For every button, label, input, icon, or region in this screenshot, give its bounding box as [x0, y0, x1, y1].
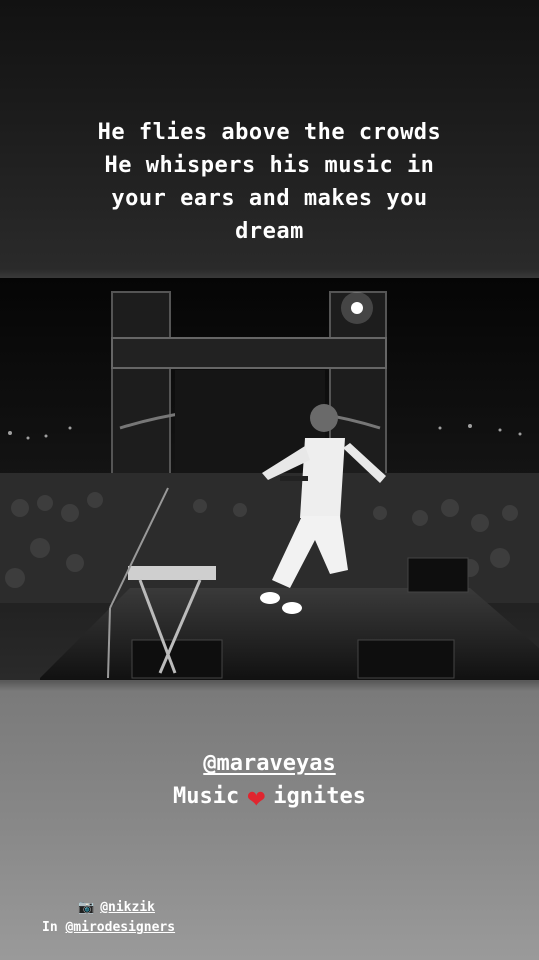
caption-line-1: He flies above the crowds: [97, 120, 442, 145]
camera-icon: 📷: [78, 900, 95, 915]
mention-maraveyas-link[interactable]: @maraveyas: [203, 751, 335, 776]
tagline-after: ignites: [273, 784, 366, 809]
credit-in-label: In: [42, 920, 58, 935]
photo-credits: 📷 @nikzik In @mirodesigners: [42, 898, 175, 938]
credit-mirodesigners-link[interactable]: @mirodesigners: [65, 920, 175, 935]
concert-photo[interactable]: [0, 278, 539, 680]
caption-line-4: dream: [235, 219, 304, 244]
caption-line-3: your ears and makes you: [111, 186, 428, 211]
tagline-before: Music: [172, 784, 240, 809]
heart-icon: ❤: [247, 780, 266, 815]
credit-nikzik-link[interactable]: @nikzik: [100, 900, 155, 915]
caption-line-2: He whispers his music in: [104, 153, 435, 178]
story-caption: He flies above the crowds He whispers hi…: [0, 116, 539, 248]
concert-photo-illustration: [0, 278, 539, 680]
tagline: Music ❤ ignites: [0, 780, 539, 814]
mention-block: @maraveyas Music ❤ ignites: [0, 747, 539, 814]
